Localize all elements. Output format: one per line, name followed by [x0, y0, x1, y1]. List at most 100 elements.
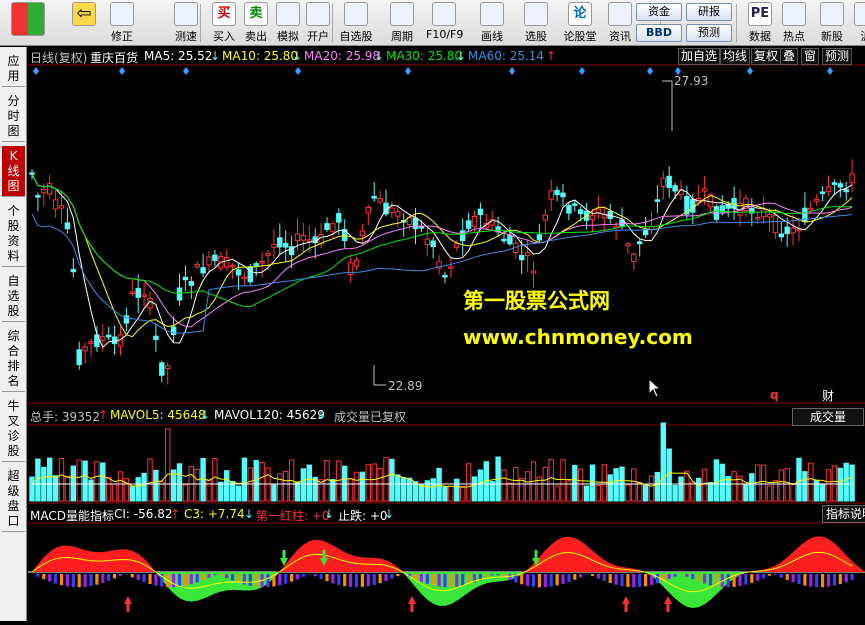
volume-bar [148, 459, 152, 501]
chart-button-2[interactable]: 复权 [751, 48, 781, 65]
volume-bar [779, 470, 783, 501]
volume-bar [850, 465, 854, 501]
volume-bar [195, 469, 199, 501]
volume-bar [260, 463, 264, 501]
volume-bar [301, 469, 305, 501]
candle-body [136, 288, 140, 297]
candle-body [673, 186, 677, 191]
macd-histogram-bar [497, 574, 500, 575]
chart-button-0[interactable]: 加自选 [678, 48, 720, 65]
macd-histogram-bar [154, 574, 157, 586]
toolbar-button-label: F10/F9 [426, 28, 462, 41]
macd-histogram-bar [213, 574, 216, 575]
macd-histogram-bar [851, 574, 854, 580]
candle-body [254, 264, 258, 266]
toolbar-button-热点[interactable]: 热点 [776, 2, 812, 44]
candle-body [567, 206, 571, 213]
candle-body [295, 234, 299, 241]
candle-body [537, 235, 541, 240]
toolbar-button-自选股[interactable]: 自选股 [338, 2, 374, 44]
chart-area[interactable]: 日线(复权) 重庆百货 MA5: 25.52 ↓ MA10: 25.80 ↓ M… [28, 47, 865, 621]
toolbar-button-grid[interactable] [8, 2, 48, 44]
toolbar-button-卖出[interactable]: 卖卖出 [238, 2, 274, 44]
indicator-explain-button[interactable]: 指标说明 [822, 505, 865, 523]
chart-button-5[interactable]: 预测 [822, 48, 852, 65]
toolbar-button-label: 买入 [206, 28, 242, 44]
volume-bar [402, 478, 406, 501]
toolbar-button-label: 热点 [776, 28, 812, 44]
sidebar-tab-3[interactable]: 个股资料 [2, 201, 25, 267]
macd-histogram-bar [750, 574, 753, 583]
volume-bar [295, 482, 299, 501]
sidebar-tab-0[interactable]: 应用 [2, 51, 25, 87]
candle-body [632, 254, 636, 261]
kline-chart-svg[interactable] [28, 47, 865, 621]
toolbar-button-修正[interactable]: 修正 [104, 2, 140, 44]
toolbar-separator [332, 4, 333, 42]
ma10-label: MA10: 25.80 [222, 49, 298, 63]
toolbar-yanbao-button[interactable]: 研报 [686, 3, 732, 21]
toolbar-yuce-button[interactable]: 预测 [686, 24, 732, 42]
sidebar-tab-2[interactable]: K线图 [2, 146, 25, 197]
toolbar-button-周期[interactable]: 周期 [384, 2, 420, 44]
macd-histogram-bar [632, 574, 635, 587]
toolbar-button-label: 周期 [384, 28, 420, 44]
candle-body [360, 231, 364, 235]
hot-icon [782, 2, 806, 26]
candle-body [443, 276, 447, 278]
macd-histogram-bar [556, 574, 559, 585]
ma20-arrow: ↓ [374, 49, 384, 63]
toolbar-button-论股堂[interactable]: 论论股堂 [562, 2, 598, 44]
macd-histogram-bar [390, 574, 393, 579]
toolbar-button-开户[interactable]: 开户 [300, 2, 336, 44]
toolbar-button-画线[interactable]: 画线 [474, 2, 510, 44]
candle-body [590, 216, 594, 220]
volume-bar [508, 483, 512, 501]
volume-bar [154, 470, 158, 501]
sell-icon: 卖 [244, 2, 268, 26]
toolbar-button-资讯[interactable]: 资讯 [602, 2, 638, 44]
toolbar-button-数据[interactable]: PE数据 [742, 2, 778, 44]
toolbar-button-沪[interactable]: 沪 [848, 2, 865, 44]
toolbar-button-新股[interactable]: 新股 [814, 2, 850, 44]
macd-histogram-bar [762, 574, 765, 578]
toolbar-button-测速[interactable]: 测速 [168, 2, 204, 44]
sidebar-tab-4[interactable]: 自选股 [2, 271, 25, 322]
chart-button-3[interactable]: 叠 [780, 48, 798, 65]
sidebar-tab-1[interactable]: 分时图 [2, 91, 25, 142]
toolbar-separator [200, 4, 201, 42]
chart-button-1[interactable]: 均线 [720, 48, 750, 65]
f10-icon [432, 2, 456, 26]
toolbar-button-F10/F9[interactable]: F10/F9 [426, 2, 462, 44]
sidebar-tab-7[interactable]: 超级盘口 [2, 466, 25, 532]
candle-body [667, 176, 671, 187]
toolbar-bbd-button[interactable]: BBD [636, 24, 682, 42]
toolbar-button-label: 论股堂 [562, 28, 598, 44]
candle-body [626, 244, 630, 246]
macd-histogram-bar [255, 574, 258, 587]
candle-body [278, 238, 282, 247]
candle-body [761, 210, 765, 217]
macd-histogram-bar [603, 574, 606, 581]
macd-histogram-bar [284, 574, 287, 584]
macd-histogram-bar [567, 574, 570, 582]
sidebar-tab-5[interactable]: 综合排名 [2, 326, 25, 392]
ma20-label: MA20: 25.98 [304, 49, 380, 63]
toolbar-button-back-arrow[interactable]: ⇦ [66, 2, 102, 44]
candle-body [272, 244, 276, 247]
volume-bar [750, 474, 754, 501]
macd-ci: CI: -56.82 [114, 507, 172, 521]
toolbar-button-选股[interactable]: 选股 [518, 2, 554, 44]
macd-red-area [28, 536, 865, 572]
macd-ci-arrow: ↑ [170, 507, 180, 521]
candle-body [791, 228, 795, 233]
volume-bar [549, 460, 553, 501]
vol-tab[interactable]: 成交量 [792, 408, 864, 426]
candle-body [478, 209, 482, 214]
toolbar-zijin-button[interactable]: 资金 [636, 3, 682, 21]
sidebar-tab-6[interactable]: 牛叉诊股 [2, 396, 25, 462]
chart-button-4[interactable]: 窗 [801, 48, 819, 65]
toolbar-button-label: 自选股 [338, 28, 374, 44]
volume-bar [466, 464, 470, 501]
toolbar-button-买入[interactable]: 买买入 [206, 2, 242, 44]
